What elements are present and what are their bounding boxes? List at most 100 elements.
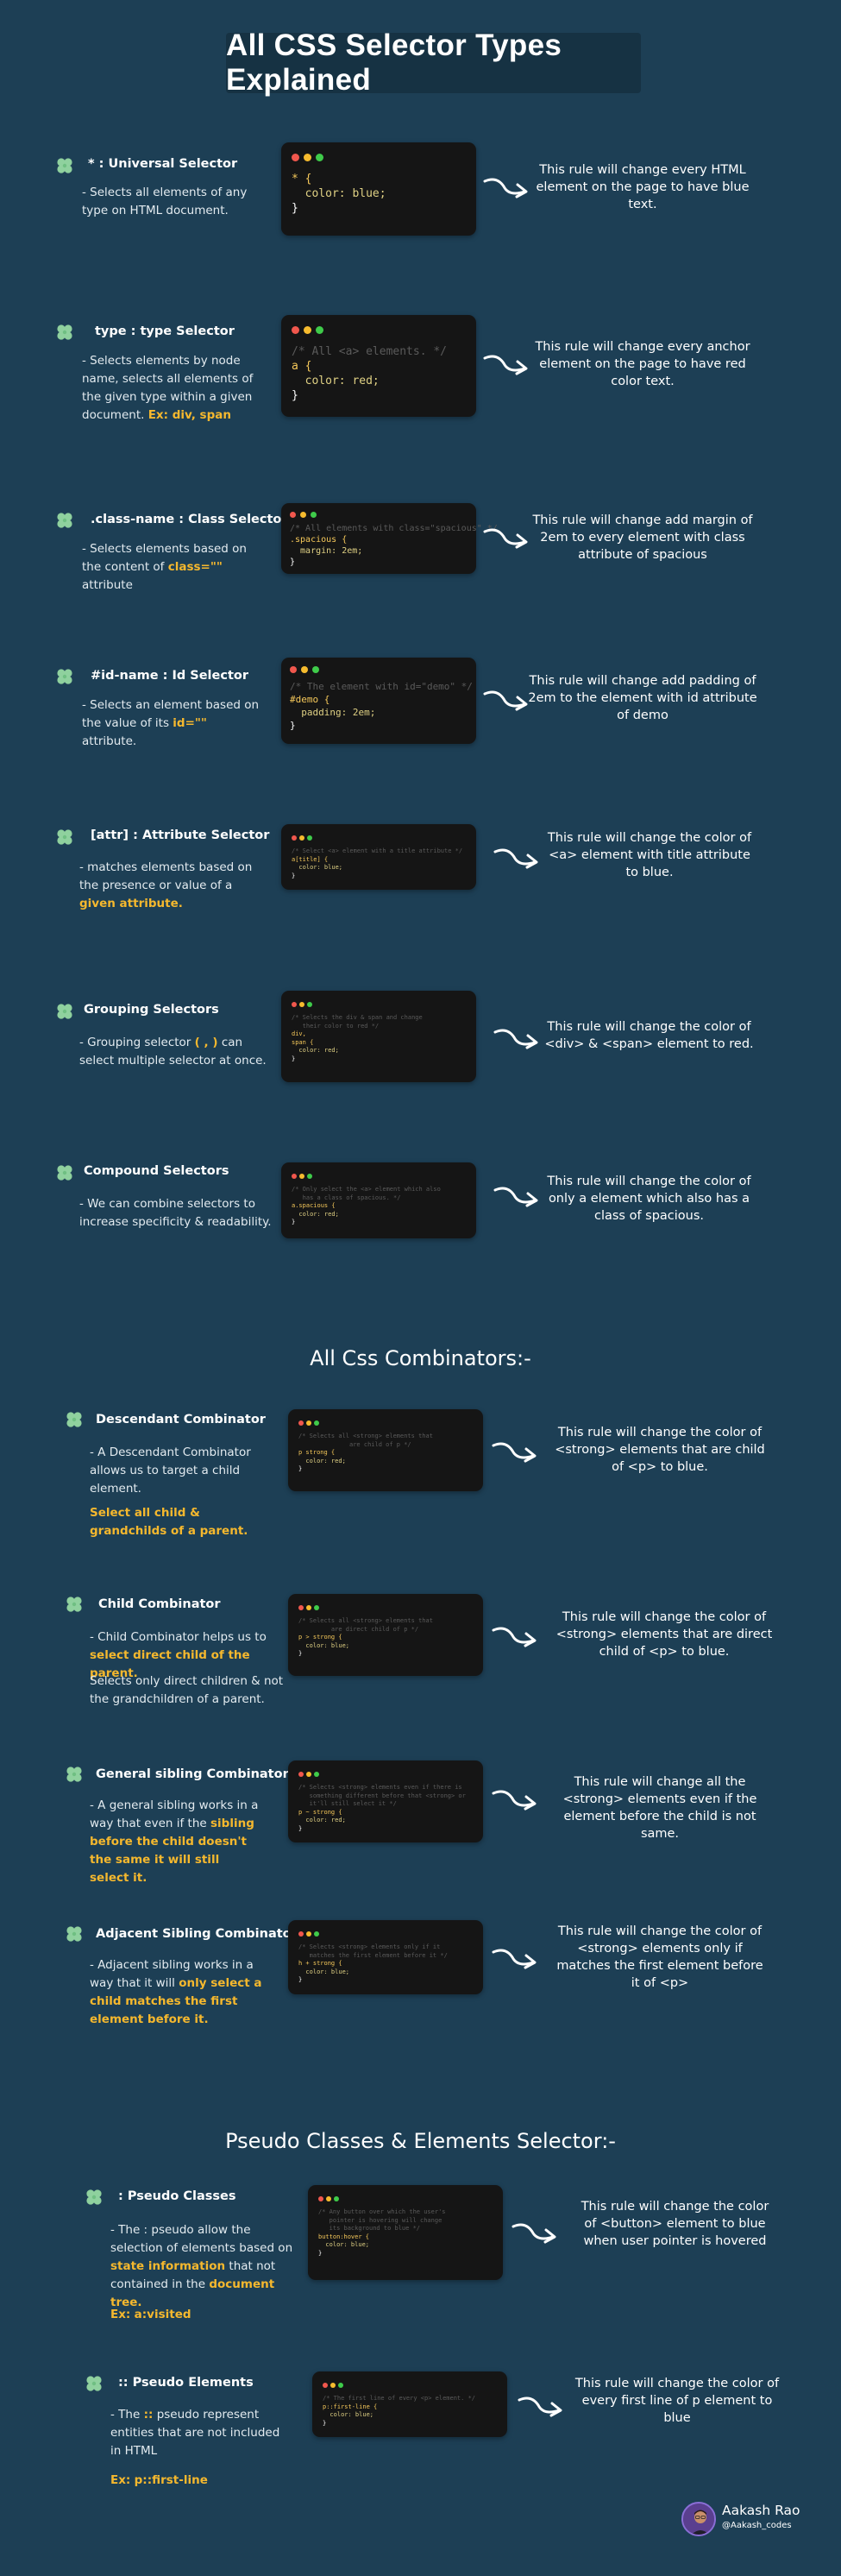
author-handle: @Aakash_codes [722,2521,792,2530]
curved-arrow-icon [490,1437,542,1471]
section-heading: * : Universal Selector [88,157,238,171]
code-block: /* Select <a> element with a title attri… [281,824,476,890]
curved-arrow-icon [492,843,543,878]
curved-arrow-icon [481,350,533,384]
result-text: This rule will change every HTML element… [536,163,750,211]
code-text: /* The first line of every <p> element. … [323,2395,476,2427]
section-description: - A general sibling works in a way that … [90,1798,259,1885]
clover-icon [54,1162,75,1183]
section-description: - Adjacent sibling works in a way that i… [90,1958,262,2026]
section-heading: Adjacent Sibling Combinator [96,1927,298,1941]
curved-arrow-icon [516,2391,568,2426]
section-heading: .class-name : Class Selector [91,513,288,526]
section-description: - The : pseudo allow the selection of el… [110,2223,293,2309]
window-dots [298,1605,473,1610]
section-general-sibling: General sibling Combinator - A general s… [0,1760,841,1933]
section-class: .class-name : Class Selector - Selects e… [0,503,841,676]
window-dots [298,1772,473,1777]
section-heading: General sibling Combinator [96,1767,289,1781]
section-heading: : Pseudo Classes [118,2189,236,2203]
example-line: Ex: a:visited [110,2308,191,2321]
section-description: - The :: pseudo represent entities that … [110,2408,280,2458]
clover-icon [64,1924,85,1944]
section-description: - We can combine selectors to increase s… [79,1197,272,1229]
curved-arrow-icon [510,2218,562,2252]
curved-arrow-icon [481,173,533,207]
code-block: /* All <a> elements. */ a { color: red; … [281,315,476,417]
curved-arrow-icon [490,1943,542,1978]
section-attribute: [attr] : Attribute Selector - matches el… [0,824,841,997]
window-dots [292,154,466,161]
author-name: Aakash Rao [722,2503,800,2518]
clover-icon [84,2187,104,2208]
combinators-title: All Css Combinators:- [310,1346,531,1370]
code-block: /* Selects all <strong> elements that ar… [288,1409,483,1491]
curved-arrow-icon [481,523,533,557]
section-adjacent-sibling: Adjacent Sibling Combinator - Adjacent s… [0,1920,841,2093]
code-text: /* Select <a> element with a title attri… [292,847,463,879]
window-dots [292,1002,466,1007]
section-description: - Selects all elements of any type on HT… [82,186,248,217]
section-heading: Child Combinator [98,1597,221,1611]
clover-icon [84,2373,104,2394]
code-text: /* Only select the <a> element which als… [292,1186,441,1225]
section-description: - Selects elements based on the content … [82,542,247,592]
curved-arrow-icon [490,1785,542,1819]
code-block: /* Selects all <strong> elements that ar… [288,1594,483,1676]
section-heading: type : type Selector [95,324,235,338]
section-id: #id-name : Id Selector - Selects an elem… [0,658,841,830]
code-block: /* Selects the div & span and change the… [281,991,476,1082]
section-description: - Selects elements by node name, selects… [82,354,254,422]
result-text: This rule will change the color of every… [574,2377,780,2425]
result-text: This rule will change add margin of 2em … [532,513,753,562]
result-text: This rule will change the color of <stro… [556,1924,763,1990]
code-text: /* All <a> elements. */ a { color: red; … [292,345,448,402]
clover-icon [64,1764,85,1785]
window-dots [318,2196,493,2201]
result-text: This rule will change the color of only … [547,1175,751,1223]
section-compound: Compound Selectors - We can combine sele… [0,1162,841,1335]
result-text: This rule will change the color of <stro… [555,1426,765,1474]
code-block: /* Only select the <a> element which als… [281,1162,476,1238]
window-dots [292,835,466,841]
clover-icon [54,1001,75,1022]
section-universal: * : Universal Selector - Selects all ele… [0,142,841,315]
result-text: This rule will change the color of <butt… [581,2200,769,2248]
section-description: - matches elements based on the presence… [79,860,253,910]
clover-icon [54,510,75,531]
result-text: This rule will change the color of <div>… [544,1020,754,1051]
section-note: Selects only direct children & not the g… [90,1674,284,1706]
section-grouping: Grouping Selectors - Grouping selector (… [0,991,841,1163]
code-text: * { color: blue; } [292,173,386,215]
code-text: /* Selects <strong> elements even if the… [298,1784,466,1832]
result-text: This rule will change every anchor eleme… [535,340,750,388]
section-description: - Grouping selector ( , ) can select mul… [79,1036,267,1068]
title-banner: All CSS Selector Types Explained [226,28,641,97]
example-line: Ex: p::first-line [110,2473,208,2487]
pseudo-title: Pseudo Classes & Elements Selector:- [225,2129,616,2153]
window-dots [298,1931,473,1937]
clover-icon [54,322,75,343]
section-type: type : type Selector - Selects elements … [0,315,841,488]
section-descendant: Descendant Combinator - A Descendant Com… [0,1409,841,1582]
result-text: This rule will change the color of <a> e… [547,831,752,879]
clover-icon [54,666,75,687]
code-text: /* All elements with class="spacious" */… [290,524,498,567]
result-text: This rule will change the color of <stro… [555,1610,773,1659]
result-text: This rule will change add padding of 2em… [528,674,757,722]
code-block: /* All elements with class="spacious" */… [281,503,498,574]
code-text: /* Any button over which the user's poin… [318,2208,446,2257]
section-pseudo-classes: : Pseudo Classes - The : pseudo allow th… [0,2185,841,2358]
clover-icon [64,1409,85,1430]
window-dots [292,1174,466,1179]
window-dots [290,512,468,518]
code-text: /* The element with id="demo" */ #demo {… [290,681,473,731]
section-heading: :: Pseudo Elements [118,2376,254,2390]
section-child: Child Combinator - Child Combinator help… [0,1594,841,1767]
section-heading: Compound Selectors [84,1164,229,1178]
code-text: /* Selects <strong> elements only if it … [298,1943,448,1983]
window-dots [323,2383,497,2388]
curved-arrow-icon [490,1622,542,1656]
author-card: Aakash Rao @Aakash_codes [681,2499,828,2542]
code-block: /* Any button over which the user's poin… [308,2185,503,2280]
